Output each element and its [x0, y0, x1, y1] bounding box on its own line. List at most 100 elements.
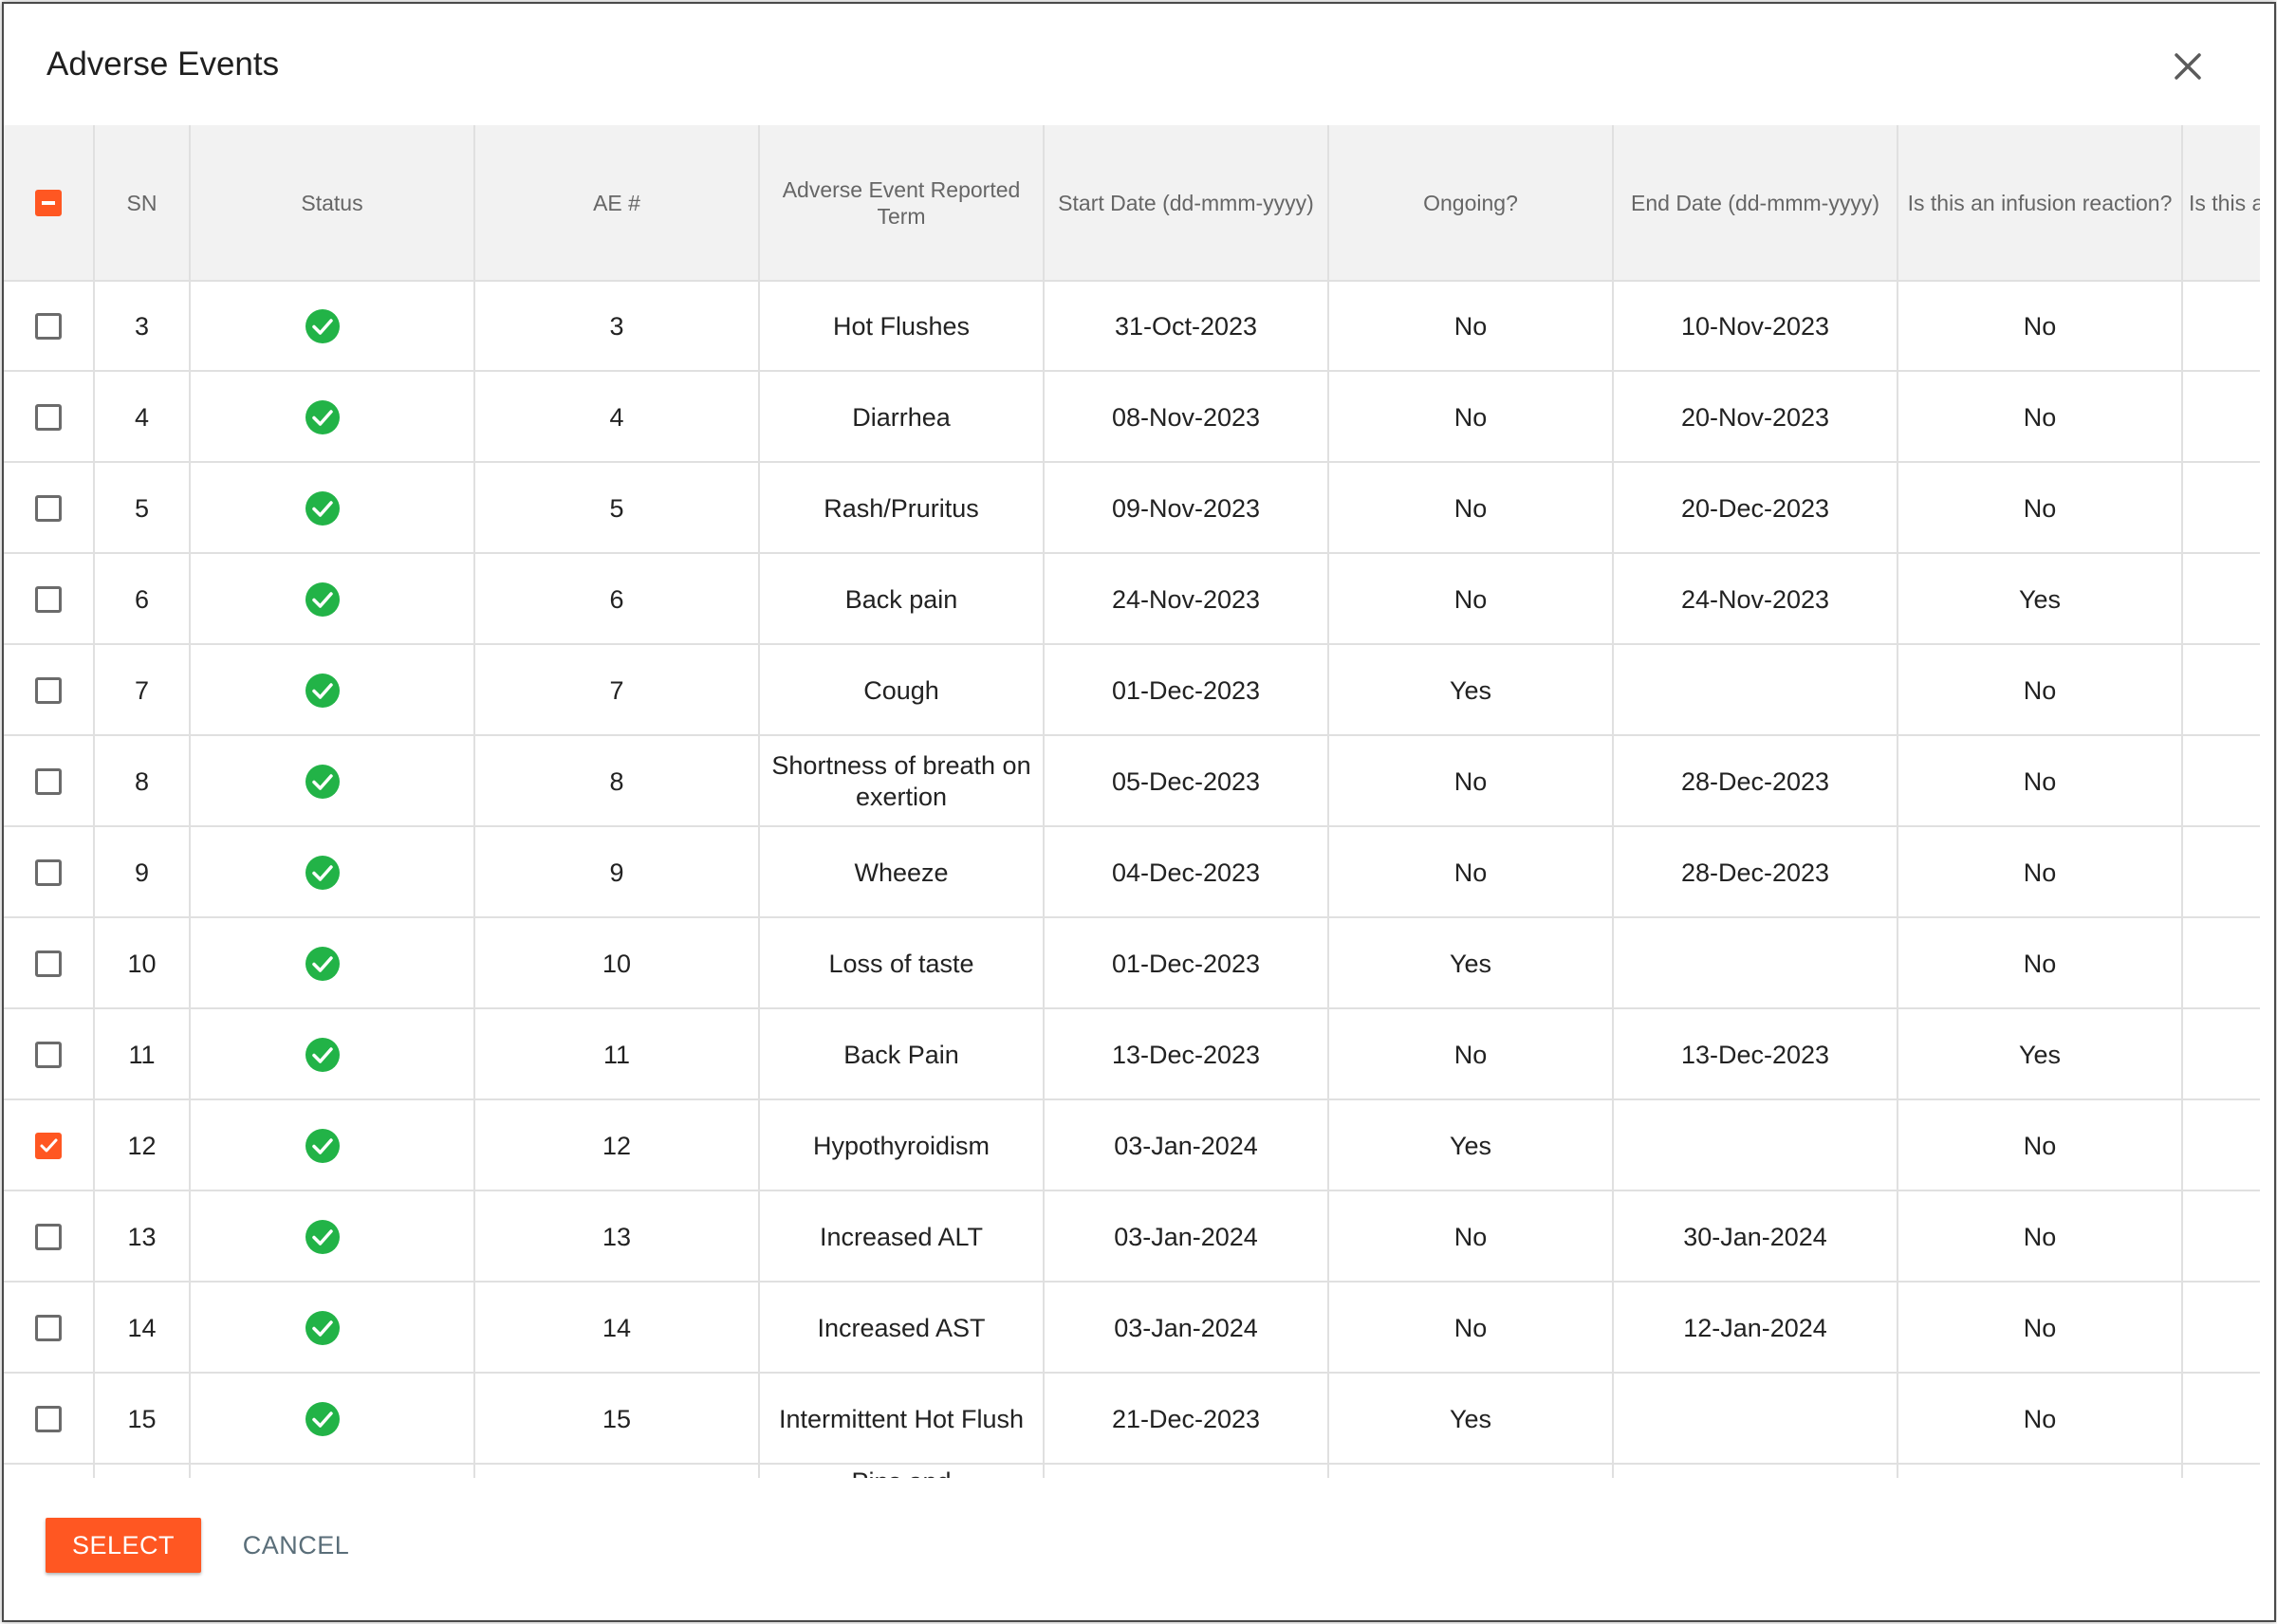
reported-term-cell: Increased ALT: [760, 1191, 1045, 1283]
end-date-cell: [1614, 1374, 1898, 1465]
ongoing-cell: No: [1329, 827, 1614, 918]
table-row[interactable]: 11 11 Back Pain 13-Dec-2023 No 13-Dec-2023 Yes: [4, 1009, 2260, 1100]
row-checkbox[interactable]: [35, 495, 62, 522]
status-cell: [191, 736, 475, 827]
table-row[interactable]: 12 12 Hypothyroidism 03-Jan-2024 Yes No: [4, 1100, 2260, 1191]
row-checkbox[interactable]: [35, 404, 62, 431]
row-select-cell: [4, 281, 95, 372]
status-cell: [191, 918, 475, 1009]
truncated-cell: [2183, 918, 2260, 1009]
sn-cell: 13: [95, 1191, 191, 1283]
row-checkbox[interactable]: [35, 1406, 62, 1432]
start-date-cell: 24-Nov-2023: [1045, 554, 1329, 645]
start-date-cell: 03-Jan-2024: [1045, 1100, 1329, 1191]
sn-cell: 10: [95, 918, 191, 1009]
sn-cell: 9: [95, 827, 191, 918]
close-icon[interactable]: [2165, 44, 2211, 89]
table-row[interactable]: 13 13 Increased ALT 03-Jan-2024 No 30-Jan-202…: [4, 1191, 2260, 1283]
truncated-cell: [2183, 1100, 2260, 1191]
column-header-truncated[interactable]: Is this a: [2183, 125, 2260, 280]
truncated-cell: [2183, 827, 2260, 918]
infusion-reaction-cell: No: [1898, 827, 2183, 918]
check-circle-icon: [305, 673, 341, 709]
end-date-cell: [1614, 1465, 1898, 1478]
table-row[interactable]: 8 8 Shortness of breath on exertion 05-Dec-…: [4, 736, 2260, 827]
infusion-reaction-cell: No: [1898, 281, 2183, 372]
end-date-cell: 20-Dec-2023: [1614, 463, 1898, 554]
ongoing-cell: [1329, 1465, 1614, 1478]
row-checkbox[interactable]: [35, 1224, 62, 1250]
ongoing-cell: No: [1329, 736, 1614, 827]
row-checkbox[interactable]: [35, 1133, 62, 1159]
ae-number-cell: 8: [475, 736, 760, 827]
table-row[interactable]: 7 7 Cough 01-Dec-2023 Yes No: [4, 645, 2260, 736]
row-checkbox[interactable]: [35, 1042, 62, 1068]
ongoing-cell: No: [1329, 1009, 1614, 1100]
row-checkbox[interactable]: [35, 313, 62, 340]
ae-number-cell: 13: [475, 1191, 760, 1283]
check-circle-icon: [305, 855, 341, 891]
table-row[interactable]: Pins and: [4, 1465, 2260, 1478]
table-row[interactable]: 5 5 Rash/Pruritus 09-Nov-2023 No 20-Dec-2023 N…: [4, 463, 2260, 554]
status-cell: [191, 281, 475, 372]
ae-number-cell: 6: [475, 554, 760, 645]
column-header-ongoing[interactable]: Ongoing?: [1329, 125, 1614, 280]
column-header-ae-number[interactable]: AE #: [475, 125, 760, 280]
column-header-start-date[interactable]: Start Date (dd-mmm-yyyy): [1045, 125, 1329, 280]
ongoing-cell: Yes: [1329, 1374, 1614, 1465]
row-checkbox[interactable]: [35, 859, 62, 886]
select-button[interactable]: SELECT: [46, 1518, 201, 1573]
reported-term-cell: Diarrhea: [760, 372, 1045, 463]
sn-cell: 8: [95, 736, 191, 827]
reported-term-cell: Wheeze: [760, 827, 1045, 918]
column-header-infusion-reaction[interactable]: Is this an infusion reaction?: [1898, 125, 2183, 280]
reported-term-cell: Back pain: [760, 554, 1045, 645]
dialog-footer: SELECT CANCEL: [4, 1480, 2274, 1620]
row-select-cell: [4, 1191, 95, 1283]
check-circle-icon: [305, 490, 341, 526]
status-cell: [191, 1283, 475, 1374]
end-date-cell: [1614, 918, 1898, 1009]
table-row[interactable]: 4 4 Diarrhea 08-Nov-2023 No 20-Nov-2023 No: [4, 372, 2260, 463]
row-select-cell: [4, 645, 95, 736]
sn-cell: 3: [95, 281, 191, 372]
row-select-cell: [4, 1009, 95, 1100]
cancel-button[interactable]: CANCEL: [231, 1518, 361, 1573]
row-checkbox[interactable]: [35, 768, 62, 795]
start-date-cell: 03-Jan-2024: [1045, 1191, 1329, 1283]
row-checkbox[interactable]: [35, 586, 62, 613]
table-row[interactable]: 6 6 Back pain 24-Nov-2023 No 24-Nov-2023 Yes: [4, 554, 2260, 645]
table-row[interactable]: 9 9 Wheeze 04-Dec-2023 No 28-Dec-2023 No: [4, 827, 2260, 918]
select-all-checkbox[interactable]: [35, 189, 62, 216]
status-cell: [191, 1100, 475, 1191]
check-circle-icon: [305, 1037, 341, 1073]
truncated-cell: [2183, 281, 2260, 372]
status-cell: [191, 827, 475, 918]
column-header-sn[interactable]: SN: [95, 125, 191, 280]
row-checkbox[interactable]: [35, 1315, 62, 1341]
reported-term-cell: Back Pain: [760, 1009, 1045, 1100]
table-row[interactable]: 10 10 Loss of taste 01-Dec-2023 Yes No: [4, 918, 2260, 1009]
row-checkbox[interactable]: [35, 677, 62, 704]
sn-cell: 7: [95, 645, 191, 736]
status-cell: [191, 463, 475, 554]
sn-cell: 11: [95, 1009, 191, 1100]
truncated-cell: [2183, 554, 2260, 645]
ae-number-cell: 11: [475, 1009, 760, 1100]
table-row[interactable]: 3 3 Hot Flushes 31-Oct-2023 No 10-Nov-2023 No: [4, 281, 2260, 372]
column-header-status[interactable]: Status: [191, 125, 475, 280]
infusion-reaction-cell: No: [1898, 463, 2183, 554]
end-date-cell: [1614, 1100, 1898, 1191]
table-row[interactable]: 15 15 Intermittent Hot Flush 21-Dec-2023 Yes…: [4, 1374, 2260, 1465]
truncated-cell: [2183, 645, 2260, 736]
start-date-cell: 01-Dec-2023: [1045, 645, 1329, 736]
sn-cell: [95, 1465, 191, 1478]
column-header-end-date[interactable]: End Date (dd-mmm-yyyy): [1614, 125, 1898, 280]
truncated-cell: [2183, 1374, 2260, 1465]
adverse-events-dialog: Adverse Events SN Status AE # Adverse Ev…: [2, 2, 2276, 1622]
start-date-cell: 01-Dec-2023: [1045, 918, 1329, 1009]
table-row[interactable]: 14 14 Increased AST 03-Jan-2024 No 12-Jan-202…: [4, 1283, 2260, 1374]
row-checkbox[interactable]: [35, 950, 62, 977]
ongoing-cell: No: [1329, 554, 1614, 645]
column-header-reported-term[interactable]: Adverse Event Reported Term: [760, 125, 1045, 280]
